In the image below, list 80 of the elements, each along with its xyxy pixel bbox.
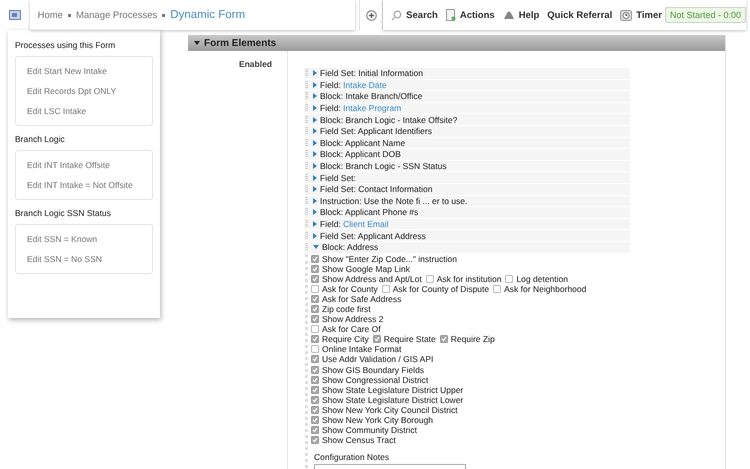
element-label: Block: Applicant Name xyxy=(320,138,406,148)
form-element-row[interactable]: Field Set: Contact Information xyxy=(305,184,630,195)
panel-title: Form Elements xyxy=(204,38,276,48)
element-label: Field Set: xyxy=(320,172,356,183)
element-label: Block: Intake Branch/Office xyxy=(320,91,422,102)
form-element-row[interactable]: Block: Intake Branch/Office xyxy=(305,91,630,102)
checkbox-label: Show Community District xyxy=(322,425,417,436)
element-label: Block: Address xyxy=(322,242,378,252)
element-label: Block: Branch Logic - Intake Offsite? xyxy=(320,114,458,125)
element-label: Field: Intake Date xyxy=(320,80,387,90)
element-label: Block: Applicant Phone #s xyxy=(320,207,418,218)
checkbox-label: Zip code first xyxy=(322,304,371,314)
section-heading: Branch Logic xyxy=(15,134,66,144)
checkbox-label: Require City xyxy=(322,334,369,344)
section-heading: Processes using this Form xyxy=(15,40,116,50)
form-element-row[interactable]: Block: Branch Logic - Intake Offsite? xyxy=(305,114,630,125)
form-element-row[interactable]: Block: Branch Logic - SSN Status xyxy=(305,160,630,172)
process-link[interactable]: Edit Records Dpt ONLY xyxy=(27,81,152,101)
form-element-row[interactable]: Field: Intake Date xyxy=(305,80,630,90)
element-label: Block: Applicant DOB xyxy=(320,149,401,160)
checkbox-label: Show Census Tract xyxy=(322,435,396,446)
toolbar-button[interactable]: Actions xyxy=(446,9,495,21)
form-element-row[interactable]: Block: Applicant Name xyxy=(305,138,630,148)
element-label: Block: Branch Logic - SSN Status xyxy=(320,161,447,172)
checkbox-label: Show Address and Apt/Lot xyxy=(322,274,422,284)
process-link[interactable]: Edit INT Intake Offsite xyxy=(27,155,152,175)
form-element-row[interactable]: Block: Applicant DOB xyxy=(305,149,630,160)
checkbox-label: Show GIS Boundary Fields xyxy=(322,364,424,375)
panel-header[interactable]: Form Elements xyxy=(188,35,725,51)
form-element-row[interactable]: Field: Client Email xyxy=(305,218,630,230)
checkbox-label: Ask for County of Dispute xyxy=(392,284,490,294)
checkbox-label: Show Address 2 xyxy=(322,314,384,324)
checkbox-label: Ask for Safe Address xyxy=(322,294,402,304)
checkbox-label: Show New York City Borough xyxy=(322,415,434,426)
form-element-row[interactable]: Field Set: Applicant Identifiers xyxy=(305,126,630,137)
checkbox-label: Require Zip xyxy=(450,334,495,344)
page-title: Dynamic Form xyxy=(170,9,246,21)
checkbox-label: Require State xyxy=(384,334,436,344)
form-element-row[interactable]: Field Set: Applicant Address xyxy=(305,230,630,241)
timer-status: Not Started - 0:00 xyxy=(664,7,746,23)
checkbox-label: Ask for Neighborhood xyxy=(504,284,586,294)
section-heading: Branch Logic SSN Status xyxy=(15,208,112,218)
checkbox-label: Log detention xyxy=(516,274,568,284)
checkbox-label: Ask for County xyxy=(322,284,378,294)
toolbar-button[interactable]: Search xyxy=(391,10,438,20)
checkbox-label: Use Addr Validation / GIS API xyxy=(322,354,434,364)
checkbox-label: Show State Legislature District Upper xyxy=(322,384,464,395)
toolbar-button[interactable]: Timer xyxy=(620,9,662,21)
element-label: Field: Intake Program xyxy=(320,103,402,114)
breadcrumb-link[interactable]: Home xyxy=(38,10,63,20)
process-link[interactable]: Edit SSN = No SSN xyxy=(27,249,152,269)
element-label: Field Set: Initial Information xyxy=(320,68,423,78)
form-element-row[interactable]: Field Set: Initial Information xyxy=(305,68,630,79)
form-element-row[interactable]: Block: Applicant Phone #s xyxy=(305,207,630,218)
form-element-row[interactable]: Field Set: xyxy=(305,172,630,183)
checkbox-label: Ask for Care Of xyxy=(322,324,381,334)
toolbar-button[interactable]: Help xyxy=(502,10,540,20)
checkbox-label: Show Congressional District xyxy=(322,374,428,385)
form-element-row[interactable]: Instruction: Use the Note fi ... er to use. xyxy=(305,196,630,206)
checkbox-label: Show State Legislature District Lower xyxy=(322,394,464,405)
checkbox-label: Show Google Map Link xyxy=(322,264,410,274)
notes-label: Configuration Notes xyxy=(313,452,390,462)
element-label: Field Set: Contact Information xyxy=(320,184,432,194)
element-label: Field: Client Email xyxy=(320,219,389,230)
checkbox-label: Online Intake Format xyxy=(322,344,402,354)
process-link[interactable]: Edit Start New Intake xyxy=(27,61,152,81)
checkbox-label: Ask for institution xyxy=(436,274,502,284)
process-link[interactable]: Edit INT Intake = Not Offsite xyxy=(27,175,152,195)
element-label: Field Set: Applicant Address xyxy=(320,230,426,241)
breadcrumb-link[interactable]: Manage Processes xyxy=(76,10,158,20)
element-label: Field Set: Applicant Identifiers xyxy=(320,126,432,136)
element-label: Instruction: Use the Note fi ... er to use. xyxy=(320,196,468,206)
process-link[interactable]: Edit SSN = Known xyxy=(27,229,152,249)
form-element-row[interactable]: Field: Intake Program xyxy=(305,102,630,114)
form-element-row[interactable]: Block: Address xyxy=(305,242,630,252)
process-link[interactable]: Edit LSC Intake xyxy=(27,101,152,121)
checkbox-label: Show "Enter Zip Code..." instruction xyxy=(322,254,458,264)
toolbar-button[interactable]: Quick Referral xyxy=(547,10,612,20)
checkbox-label: Show New York City Council District xyxy=(322,404,458,415)
field-label: Enabled xyxy=(238,59,272,69)
